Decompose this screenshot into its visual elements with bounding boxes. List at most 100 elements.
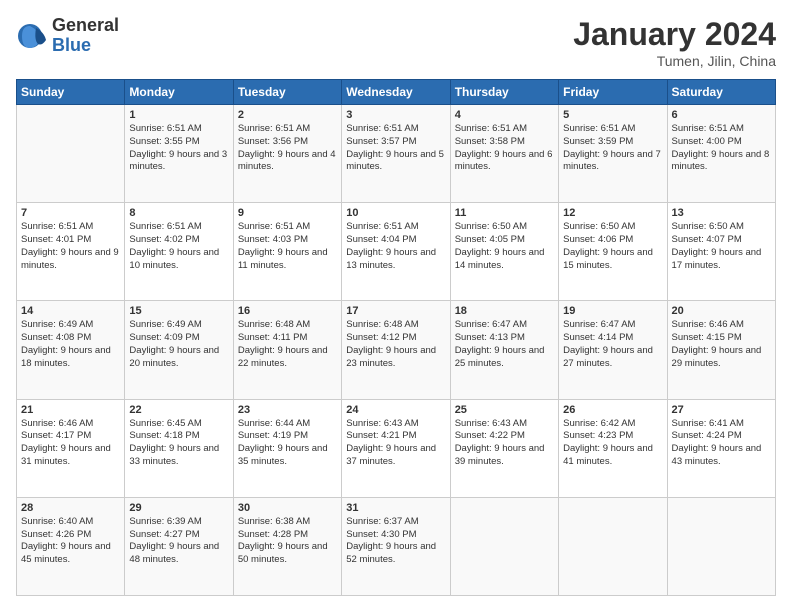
- day-info: Sunrise: 6:49 AM Sunset: 4:08 PM Dayligh…: [21, 319, 120, 370]
- cell-3-3: 24 Sunrise: 6:43 AM Sunset: 4:21 PM Dayli…: [342, 399, 450, 497]
- cell-3-4: 25 Sunrise: 6:43 AM Sunset: 4:22 PM Dayli…: [450, 399, 558, 497]
- day-number: 20: [672, 305, 771, 317]
- day-info: Sunrise: 6:49 AM Sunset: 4:09 PM Dayligh…: [129, 319, 228, 370]
- cell-1-0: 7 Sunrise: 6:51 AM Sunset: 4:01 PM Daylig…: [17, 203, 125, 301]
- day-number: 12: [563, 207, 662, 219]
- logo-text: General Blue: [52, 16, 119, 56]
- logo-icon: [16, 20, 48, 52]
- cell-4-4: [450, 497, 558, 595]
- week-row-4: 21 Sunrise: 6:46 AM Sunset: 4:17 PM Dayli…: [17, 399, 776, 497]
- cell-2-5: 19 Sunrise: 6:47 AM Sunset: 4:14 PM Dayli…: [559, 301, 667, 399]
- day-info: Sunrise: 6:51 AM Sunset: 4:03 PM Dayligh…: [238, 221, 337, 272]
- day-info: Sunrise: 6:47 AM Sunset: 4:13 PM Dayligh…: [455, 319, 554, 370]
- day-info: Sunrise: 6:38 AM Sunset: 4:28 PM Dayligh…: [238, 516, 337, 567]
- calendar-title: January 2024: [573, 16, 776, 53]
- day-info: Sunrise: 6:51 AM Sunset: 3:55 PM Dayligh…: [129, 123, 228, 174]
- day-info: Sunrise: 6:43 AM Sunset: 4:22 PM Dayligh…: [455, 418, 554, 469]
- day-number: 19: [563, 305, 662, 317]
- day-info: Sunrise: 6:46 AM Sunset: 4:17 PM Dayligh…: [21, 418, 120, 469]
- cell-0-0: [17, 105, 125, 203]
- header-wednesday: Wednesday: [342, 80, 450, 105]
- cell-2-6: 20Sunrise: 6:46 AM Sunset: 4:15 PM Dayli…: [667, 301, 775, 399]
- day-number: 21: [21, 404, 120, 416]
- cell-1-5: 12 Sunrise: 6:50 AM Sunset: 4:06 PM Dayli…: [559, 203, 667, 301]
- day-info: Sunrise: 6:51 AM Sunset: 3:56 PM Dayligh…: [238, 123, 337, 174]
- cell-4-2: 30 Sunrise: 6:38 AM Sunset: 4:28 PM Dayli…: [233, 497, 341, 595]
- day-info: Sunrise: 6:51 AM Sunset: 3:59 PM Dayligh…: [563, 123, 662, 174]
- day-info: Sunrise: 6:50 AM Sunset: 4:05 PM Dayligh…: [455, 221, 554, 272]
- week-row-5: 28Sunrise: 6:40 AM Sunset: 4:26 PM Dayli…: [17, 497, 776, 595]
- day-info: Sunrise: 6:51 AM Sunset: 4:04 PM Dayligh…: [346, 221, 445, 272]
- day-number: 3: [346, 109, 445, 121]
- day-number: 24: [346, 404, 445, 416]
- logo: General Blue: [16, 16, 119, 56]
- day-info: Sunrise: 6:51 AM Sunset: 4:02 PM Dayligh…: [129, 221, 228, 272]
- day-number: 9: [238, 207, 337, 219]
- day-number: 1: [129, 109, 228, 121]
- day-number: 13: [672, 207, 771, 219]
- cell-0-2: 2 Sunrise: 6:51 AM Sunset: 3:56 PM Daylig…: [233, 105, 341, 203]
- cell-0-6: 6 Sunrise: 6:51 AM Sunset: 4:00 PM Daylig…: [667, 105, 775, 203]
- day-info: Sunrise: 6:48 AM Sunset: 4:12 PM Dayligh…: [346, 319, 445, 370]
- day-number: 16: [238, 305, 337, 317]
- day-number: 2: [238, 109, 337, 121]
- cell-0-4: 4Sunrise: 6:51 AM Sunset: 3:58 PM Daylig…: [450, 105, 558, 203]
- day-number: 14: [21, 305, 120, 317]
- cell-4-1: 29Sunrise: 6:39 AM Sunset: 4:27 PM Dayli…: [125, 497, 233, 595]
- day-info: Sunrise: 6:37 AM Sunset: 4:30 PM Dayligh…: [346, 516, 445, 567]
- day-number: 28: [21, 502, 120, 514]
- day-info: Sunrise: 6:41 AM Sunset: 4:24 PM Dayligh…: [672, 418, 771, 469]
- header-friday: Friday: [559, 80, 667, 105]
- header-sunday: Sunday: [17, 80, 125, 105]
- day-number: 29: [129, 502, 228, 514]
- week-row-3: 14 Sunrise: 6:49 AM Sunset: 4:08 PM Dayli…: [17, 301, 776, 399]
- day-info: Sunrise: 6:48 AM Sunset: 4:11 PM Dayligh…: [238, 319, 337, 370]
- cell-3-2: 23Sunrise: 6:44 AM Sunset: 4:19 PM Dayli…: [233, 399, 341, 497]
- cell-4-3: 31Sunrise: 6:37 AM Sunset: 4:30 PM Dayli…: [342, 497, 450, 595]
- cell-0-1: 1 Sunrise: 6:51 AM Sunset: 3:55 PM Daylig…: [125, 105, 233, 203]
- day-number: 25: [455, 404, 554, 416]
- day-info: Sunrise: 6:45 AM Sunset: 4:18 PM Dayligh…: [129, 418, 228, 469]
- cell-1-6: 13Sunrise: 6:50 AM Sunset: 4:07 PM Dayli…: [667, 203, 775, 301]
- cell-1-2: 9 Sunrise: 6:51 AM Sunset: 4:03 PM Daylig…: [233, 203, 341, 301]
- header-saturday: Saturday: [667, 80, 775, 105]
- cell-4-5: [559, 497, 667, 595]
- cell-1-3: 10 Sunrise: 6:51 AM Sunset: 4:04 PM Dayli…: [342, 203, 450, 301]
- cell-3-1: 22 Sunrise: 6:45 AM Sunset: 4:18 PM Dayli…: [125, 399, 233, 497]
- cell-1-4: 11Sunrise: 6:50 AM Sunset: 4:05 PM Dayli…: [450, 203, 558, 301]
- calendar-page: General Blue January 2024 Tumen, Jilin, …: [0, 0, 792, 612]
- day-info: Sunrise: 6:51 AM Sunset: 3:57 PM Dayligh…: [346, 123, 445, 174]
- header-thursday: Thursday: [450, 80, 558, 105]
- cell-2-0: 14 Sunrise: 6:49 AM Sunset: 4:08 PM Dayli…: [17, 301, 125, 399]
- cell-3-6: 27Sunrise: 6:41 AM Sunset: 4:24 PM Dayli…: [667, 399, 775, 497]
- day-info: Sunrise: 6:47 AM Sunset: 4:14 PM Dayligh…: [563, 319, 662, 370]
- day-info: Sunrise: 6:51 AM Sunset: 4:01 PM Dayligh…: [21, 221, 120, 272]
- calendar-table: Sunday Monday Tuesday Wednesday Thursday…: [16, 79, 776, 596]
- cell-0-5: 5Sunrise: 6:51 AM Sunset: 3:59 PM Daylig…: [559, 105, 667, 203]
- cell-2-2: 16 Sunrise: 6:48 AM Sunset: 4:11 PM Dayli…: [233, 301, 341, 399]
- day-info: Sunrise: 6:44 AM Sunset: 4:19 PM Dayligh…: [238, 418, 337, 469]
- day-number: 7: [21, 207, 120, 219]
- cell-0-3: 3 Sunrise: 6:51 AM Sunset: 3:57 PM Daylig…: [342, 105, 450, 203]
- cell-3-5: 26 Sunrise: 6:42 AM Sunset: 4:23 PM Dayli…: [559, 399, 667, 497]
- day-info: Sunrise: 6:51 AM Sunset: 4:00 PM Dayligh…: [672, 123, 771, 174]
- header-tuesday: Tuesday: [233, 80, 341, 105]
- cell-4-0: 28Sunrise: 6:40 AM Sunset: 4:26 PM Dayli…: [17, 497, 125, 595]
- day-number: 8: [129, 207, 228, 219]
- day-number: 22: [129, 404, 228, 416]
- day-number: 15: [129, 305, 228, 317]
- day-info: Sunrise: 6:50 AM Sunset: 4:06 PM Dayligh…: [563, 221, 662, 272]
- day-info: Sunrise: 6:51 AM Sunset: 3:58 PM Dayligh…: [455, 123, 554, 174]
- title-block: January 2024 Tumen, Jilin, China: [573, 16, 776, 69]
- day-info: Sunrise: 6:43 AM Sunset: 4:21 PM Dayligh…: [346, 418, 445, 469]
- day-number: 6: [672, 109, 771, 121]
- cell-3-0: 21 Sunrise: 6:46 AM Sunset: 4:17 PM Dayli…: [17, 399, 125, 497]
- week-row-2: 7 Sunrise: 6:51 AM Sunset: 4:01 PM Daylig…: [17, 203, 776, 301]
- header: General Blue January 2024 Tumen, Jilin, …: [16, 16, 776, 69]
- day-number: 10: [346, 207, 445, 219]
- day-info: Sunrise: 6:42 AM Sunset: 4:23 PM Dayligh…: [563, 418, 662, 469]
- day-number: 30: [238, 502, 337, 514]
- day-number: 26: [563, 404, 662, 416]
- cell-2-4: 18Sunrise: 6:47 AM Sunset: 4:13 PM Dayli…: [450, 301, 558, 399]
- calendar-subtitle: Tumen, Jilin, China: [573, 53, 776, 69]
